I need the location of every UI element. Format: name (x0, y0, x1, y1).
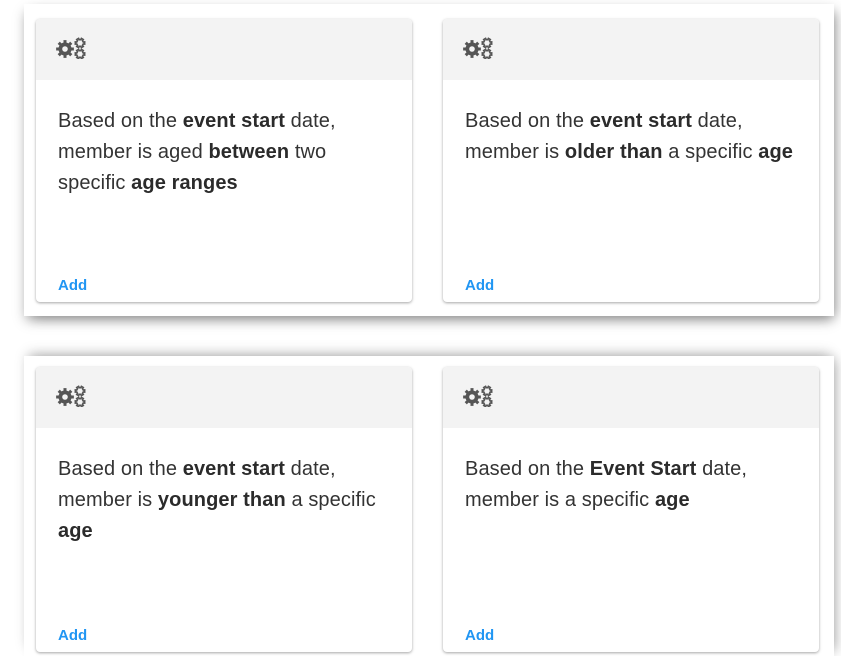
condition-card-older-than: Based on the event start date, member is… (443, 19, 819, 302)
card-header (443, 19, 819, 80)
bold-term: between (208, 141, 290, 163)
bold-term: age (58, 520, 93, 542)
text-segment: Based on the (465, 110, 590, 132)
bold-term: younger than (157, 489, 286, 511)
card-body: Based on the event start date, member is… (443, 80, 819, 168)
condition-card-younger-than: Based on the event start date, member is… (36, 367, 412, 652)
card-description: Based on the event start date, member is… (58, 106, 390, 199)
small-gear-bottom-shape (481, 48, 493, 59)
add-link[interactable]: Add (465, 277, 494, 294)
card-description: Based on the event start date, member is… (465, 106, 797, 168)
add-link[interactable]: Add (58, 277, 87, 294)
text-segment: Based on the (465, 458, 590, 480)
small-gear-top-shape (481, 385, 493, 397)
bold-term: age (654, 489, 690, 511)
text-segment: Based on the (58, 458, 183, 480)
large-gear-hole (62, 394, 68, 400)
small-gear-top-shape (74, 37, 86, 49)
card-body: Based on the event start date, member is… (36, 428, 412, 547)
add-link[interactable]: Add (58, 627, 87, 644)
card-description: Based on the event start date, member is… (58, 454, 390, 547)
text-segment: a specific (662, 141, 759, 163)
large-gear-hole (469, 394, 475, 400)
card-body: Based on the Event Start date, member is… (443, 428, 819, 516)
large-gear-hole (469, 46, 475, 52)
gears-icon (56, 37, 86, 59)
bold-term: Event Start (589, 458, 697, 480)
bottom-card-panel: Based on the event start date, member is… (24, 356, 834, 656)
small-gear-bottom-shape (481, 396, 493, 407)
large-gear-hole (62, 46, 68, 52)
card-header (36, 19, 412, 80)
small-gear-top-shape (74, 385, 86, 397)
condition-card-age-between: Based on the event start date, member is… (36, 19, 412, 302)
condition-card-specific-age: Based on the Event Start date, member is… (443, 367, 819, 652)
gears-icon (56, 385, 86, 407)
bold-term: event start (182, 110, 285, 132)
card-header (443, 367, 819, 428)
gears-icon (463, 385, 493, 407)
small-gear-bottom-shape (74, 396, 86, 407)
bold-term: event start (589, 110, 692, 132)
card-header (36, 367, 412, 428)
card-description: Based on the Event Start date, member is… (465, 454, 797, 516)
bold-term: older than (564, 141, 663, 163)
gears-icon (463, 37, 493, 59)
add-link[interactable]: Add (465, 627, 494, 644)
top-card-panel: Based on the event start date, member is… (24, 4, 834, 316)
bold-term: event start (182, 458, 285, 480)
card-body: Based on the event start date, member is… (36, 80, 412, 199)
small-gear-bottom-shape (74, 48, 86, 59)
small-gear-top-shape (481, 37, 493, 49)
text-segment: Based on the (58, 110, 183, 132)
bold-term: age ranges (131, 172, 238, 194)
bold-term: age (758, 141, 794, 163)
text-segment: a specific (285, 489, 376, 511)
